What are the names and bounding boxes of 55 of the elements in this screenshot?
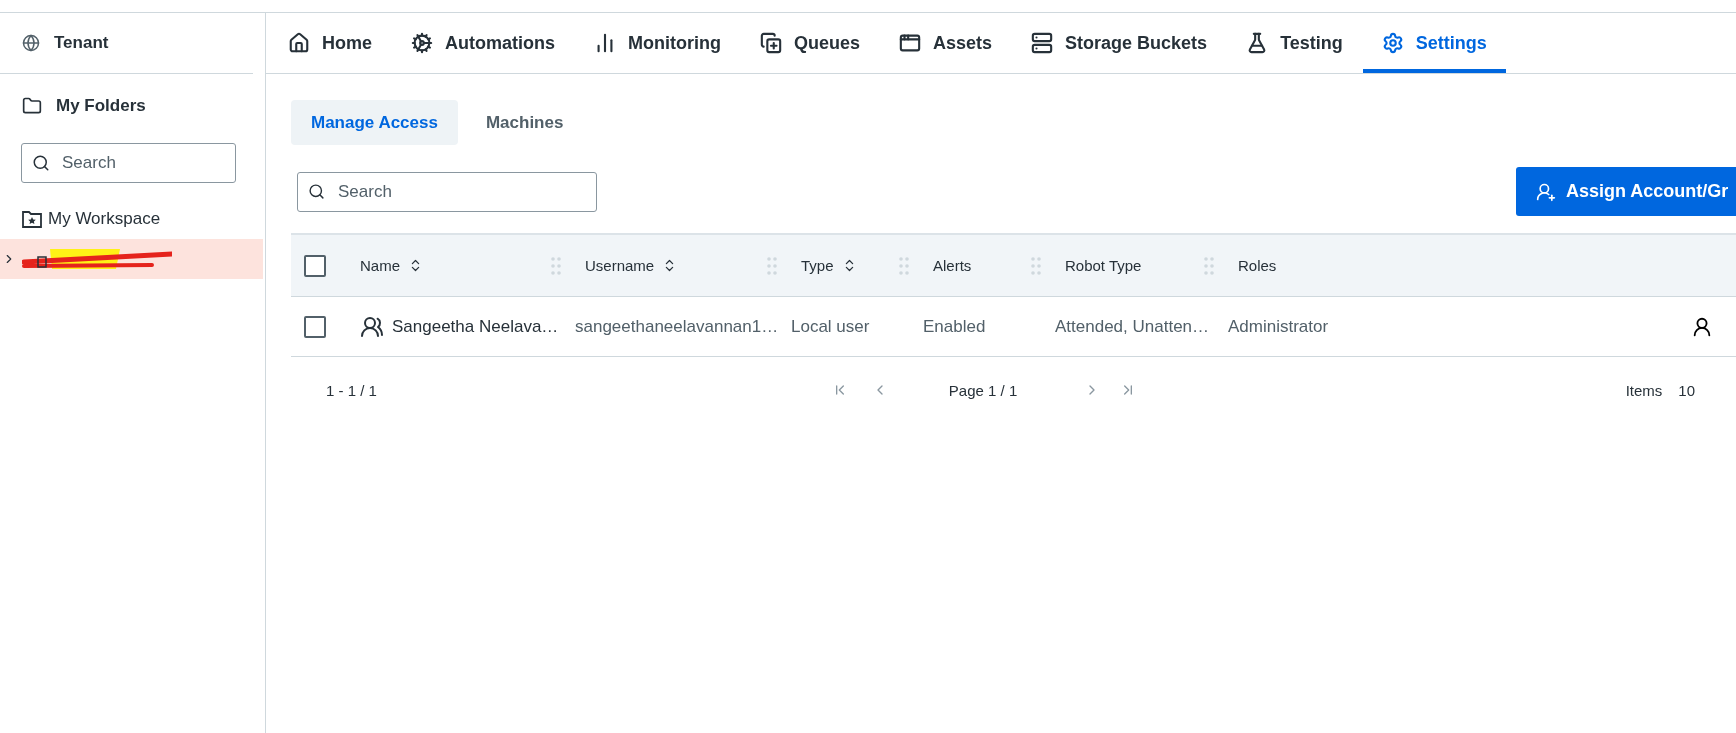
- nav-tab[interactable]: Queues: [760, 13, 881, 73]
- table-cell: Administrator: [1228, 316, 1329, 337]
- folder-item[interactable]: My Workspace: [0, 199, 263, 239]
- items-label: Items: [1625, 381, 1663, 399]
- range-text: 1 - 1 / 1: [326, 381, 377, 399]
- column-header[interactable]: Robot Type: [1065, 257, 1142, 274]
- nav-tab[interactable]: Storage Buckets: [1031, 13, 1228, 73]
- window-icon: [899, 32, 922, 54]
- folder-label: My Workspace: [48, 209, 161, 229]
- search-field[interactable]: Search: [297, 171, 597, 212]
- column-header[interactable]: Username: [585, 257, 655, 274]
- page-text: Page 1 / 1: [948, 381, 1018, 399]
- sub-tab[interactable]: Machines: [465, 100, 584, 145]
- section-title: My Folders: [56, 95, 146, 116]
- nav-tab[interactable]: Assets: [899, 13, 1013, 73]
- add-stack-icon: [760, 32, 782, 54]
- home-icon: [288, 32, 310, 54]
- tenant-label[interactable]: Tenant: [54, 33, 109, 53]
- search-icon: [308, 182, 325, 200]
- assign-button[interactable]: Assign Account/Gr: [1516, 167, 1736, 216]
- items-per-page-value[interactable]: 10: [1678, 381, 1695, 399]
- folder-icon: [22, 95, 42, 116]
- globe-icon: [22, 34, 40, 52]
- table-cell: Sangeetha Neelava…: [392, 316, 559, 337]
- nav-tab[interactable]: Settings: [1362, 13, 1506, 73]
- cog-icon: [411, 32, 433, 54]
- server-icon: [1031, 32, 1054, 54]
- nav-tab[interactable]: Automations: [411, 13, 575, 73]
- nav-tab[interactable]: Home: [288, 13, 392, 73]
- drag-handle-icon[interactable]: [551, 255, 561, 276]
- column-header[interactable]: Alerts: [933, 257, 972, 274]
- nav-tab[interactable]: Monitoring: [594, 13, 741, 73]
- add-user-icon: [1536, 181, 1556, 202]
- folder-search-field[interactable]: Search: [21, 143, 236, 183]
- column-header[interactable]: Type: [801, 257, 834, 274]
- drag-handle-icon[interactable]: [1031, 255, 1041, 276]
- nav-tab[interactable]: Testing: [1246, 13, 1363, 73]
- sub-tab[interactable]: Manage Access: [291, 100, 458, 145]
- settings-icon: [1381, 32, 1404, 54]
- user-icon[interactable]: [1691, 315, 1713, 338]
- table-cell: Local user: [791, 316, 870, 337]
- users-icon: [360, 314, 384, 339]
- folder-item[interactable]: [0, 239, 263, 279]
- star-folder-icon: [22, 210, 42, 228]
- drag-handle-icon[interactable]: [1204, 255, 1214, 276]
- select-all-checkbox[interactable]: [304, 254, 326, 277]
- drag-handle-icon[interactable]: [899, 255, 909, 276]
- table-cell: Enabled: [923, 316, 986, 337]
- row-checkbox[interactable]: [304, 315, 326, 338]
- column-header[interactable]: Roles: [1238, 257, 1277, 274]
- table-cell: sangeethaneelavannan1…: [575, 316, 779, 337]
- column-header[interactable]: Name: [360, 257, 400, 274]
- search-icon: [32, 154, 50, 172]
- table-cell: Attended, Unatten…: [1055, 316, 1210, 337]
- drag-handle-icon[interactable]: [767, 255, 777, 276]
